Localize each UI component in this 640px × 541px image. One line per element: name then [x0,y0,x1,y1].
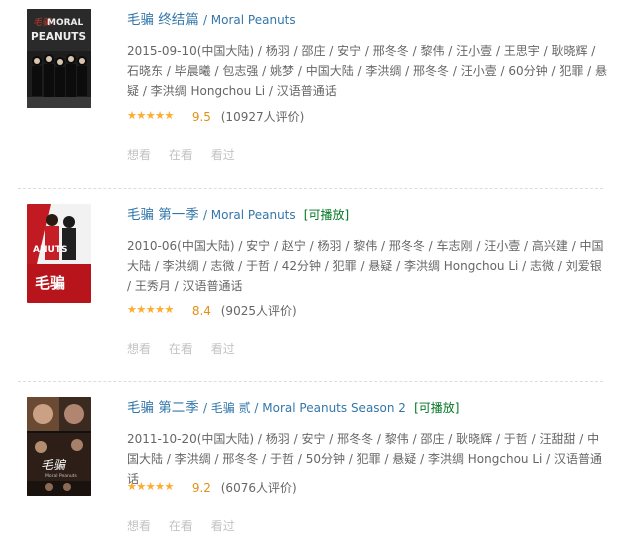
svg-text:MORAL: MORAL [47,18,84,28]
rating-votes[interactable]: (9025人评价) [221,304,297,318]
title-link[interactable]: 毛骗 第一季 [127,207,199,223]
want-to-watch-button[interactable]: 想看 [127,342,151,356]
alt-title-link[interactable]: Moral Peanuts [211,208,296,222]
poster-art: 毛骗 Moral Peanuts [27,397,91,496]
title-line: 毛骗 终结篇 / Moral Peanuts [127,12,296,28]
divider [18,188,603,189]
rating: ★★★★★ ★★★★★ 8.4 (9025人评价) [127,303,297,319]
poster-art: ANUTS 毛骗 [27,204,91,303]
collect-actions: 想看 在看 看过 [127,146,249,163]
playable-badge[interactable]: [可播放] [304,208,349,222]
rating-stars: ★★★★★ ★★★★★ [127,109,182,122]
rating-stars: ★★★★★ ★★★★★ [127,303,174,316]
rating: ★★★★★ ★★★★★ 9.5 (10927人评价) [127,109,304,125]
alt-title-link[interactable]: Moral Peanuts [211,13,296,27]
svg-text:Moral Peanuts: Moral Peanuts [45,473,77,479]
svg-text:毛骗: 毛骗 [35,274,65,292]
rating-stars-fill: ★★★★★ [127,303,174,316]
title-link[interactable]: 毛骗 终结篇 [127,12,199,28]
rating: ★★★★★ ★★★★★ 9.2 (6076人评价) [127,480,297,496]
watching-button[interactable]: 在看 [169,519,193,533]
want-to-watch-button[interactable]: 想看 [127,519,151,533]
want-to-watch-button[interactable]: 想看 [127,148,151,162]
meta-text: 2010-06(中国大陆) / 安宁 / 赵宁 / 杨羽 / 黎伟 / 邢冬冬 … [127,239,604,293]
rating-stars: ★★★★★ ★★★★★ [127,480,182,493]
playable-badge[interactable]: [可播放] [414,401,459,415]
collect-actions: 想看 在看 看过 [127,340,249,357]
rating-stars-fill: ★★★★★ [127,480,174,493]
watched-button[interactable]: 看过 [211,519,235,533]
watching-button[interactable]: 在看 [169,148,193,162]
rating-score: 9.2 [191,481,211,495]
collect-actions: 想看 在看 看过 [127,517,249,534]
rating-votes[interactable]: (10927人评价) [221,110,305,124]
svg-text:毛骗: 毛骗 [41,458,67,472]
meta-text: 2015-09-10(中国大陆) / 杨羽 / 邵庄 / 安宁 / 邢冬冬 / … [127,44,607,98]
title-line: 毛骗 第一季 / Moral Peanuts [可播放] [127,207,350,223]
svg-text:PEANUTS: PEANUTS [31,31,86,43]
watched-button[interactable]: 看过 [211,148,235,162]
title-line: 毛骗 第二季 / 毛骗 贰 / Moral Peanuts Season 2 [… [127,400,460,416]
poster-image[interactable]: 毛骗 Moral Peanuts [27,397,91,496]
rating-score: 9.5 [191,110,211,124]
svg-text:ANUTS: ANUTS [33,245,67,255]
title-link[interactable]: 毛骗 第二季 [127,400,199,416]
rating-stars-fill: ★★★★★ [127,109,174,122]
divider [18,381,603,382]
watched-button[interactable]: 看过 [211,342,235,356]
poster-art: 毛骗 MORAL PEANUTS [27,9,91,108]
rating-score: 8.4 [191,304,211,318]
alt-title-link[interactable]: 毛骗 贰 / Moral Peanuts Season 2 [211,401,406,415]
watching-button[interactable]: 在看 [169,342,193,356]
poster-image[interactable]: 毛骗 MORAL PEANUTS [27,9,91,108]
poster-image[interactable]: ANUTS 毛骗 [27,204,91,303]
rating-votes[interactable]: (6076人评价) [221,481,297,495]
